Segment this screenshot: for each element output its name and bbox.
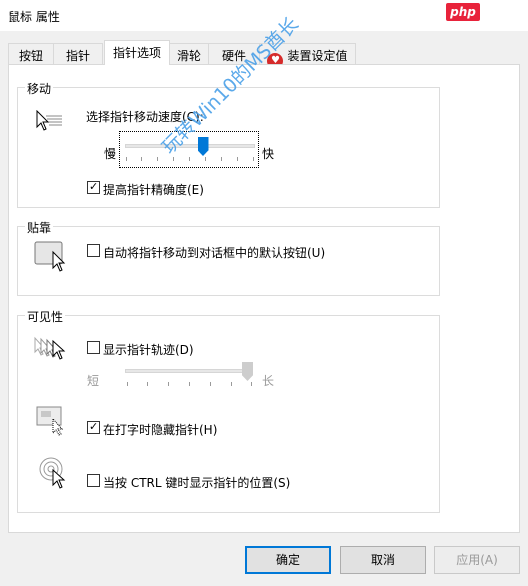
- motion-legend: 移动: [25, 80, 54, 97]
- hide-while-typing-icon: [36, 406, 64, 436]
- precision-label: 提高指针精确度(E): [103, 183, 204, 197]
- trails-label: 显示指针轨迹(D): [103, 343, 194, 357]
- tab-label: 装置设定值: [287, 49, 348, 63]
- trails-checkbox[interactable]: [87, 341, 100, 354]
- tab-pointers[interactable]: 指针: [53, 43, 103, 64]
- tab-label: 指针选项: [112, 46, 161, 60]
- long-label: 长: [262, 374, 275, 388]
- tab-device-settings[interactable]: ♥ 装置设定值: [259, 43, 356, 69]
- cancel-button[interactable]: 取消: [340, 546, 426, 574]
- php-badge: php: [446, 3, 480, 21]
- tab-label: 硬件: [221, 49, 246, 63]
- tab-pointer-options[interactable]: 指针选项: [104, 40, 170, 65]
- hide-while-typing-checkbox[interactable]: [87, 420, 100, 434]
- apply-button[interactable]: 应用(A): [434, 546, 520, 574]
- snap-to-button-icon: [34, 241, 66, 272]
- title-bar: 鼠标 属性 php: [0, 0, 528, 31]
- tab-label: 滑轮: [176, 49, 201, 63]
- tab-buttons[interactable]: 按钮: [8, 43, 54, 64]
- speed-slider-focus: [119, 131, 259, 168]
- show-location-icon: [39, 457, 66, 489]
- snap-checkbox[interactable]: [87, 244, 100, 257]
- snap-label: 自动将指针移动到对话框中的默认按钮(U): [103, 246, 326, 260]
- ctrl-location-label: 当按 CTRL 键时显示指针的位置(S): [103, 476, 291, 490]
- hide-while-typing-label: 在打字时隐藏指针(H): [103, 423, 218, 437]
- tab-wheel[interactable]: 滑轮: [169, 43, 209, 64]
- pointer-speed-icon: [36, 110, 62, 131]
- snap-group: 贴靠: [17, 219, 440, 296]
- precision-checkbox[interactable]: [87, 180, 100, 194]
- tab-label: 按钮: [18, 49, 43, 63]
- tab-strip: 按钮 指针 指针选项 滑轮 硬件 ♥ 装置设定值: [8, 40, 520, 69]
- visibility-legend: 可见性: [25, 308, 66, 325]
- snap-legend: 贴靠: [25, 219, 54, 236]
- window-title: 鼠标 属性: [8, 10, 60, 24]
- short-label: 短: [87, 374, 100, 388]
- slow-label: 慢: [104, 147, 117, 161]
- tab-label: 指针: [65, 49, 90, 63]
- ctrl-location-checkbox[interactable]: [87, 474, 100, 487]
- pointer-trails-icon: [34, 336, 66, 360]
- trails-slider-track[interactable]: [125, 369, 253, 373]
- ok-button[interactable]: 确定: [245, 546, 331, 574]
- tab-hardware[interactable]: 硬件: [208, 43, 260, 64]
- speed-label: 选择指针移动速度(C):: [86, 110, 204, 124]
- fast-label: 快: [262, 147, 275, 161]
- speed-slider-track[interactable]: [125, 144, 255, 148]
